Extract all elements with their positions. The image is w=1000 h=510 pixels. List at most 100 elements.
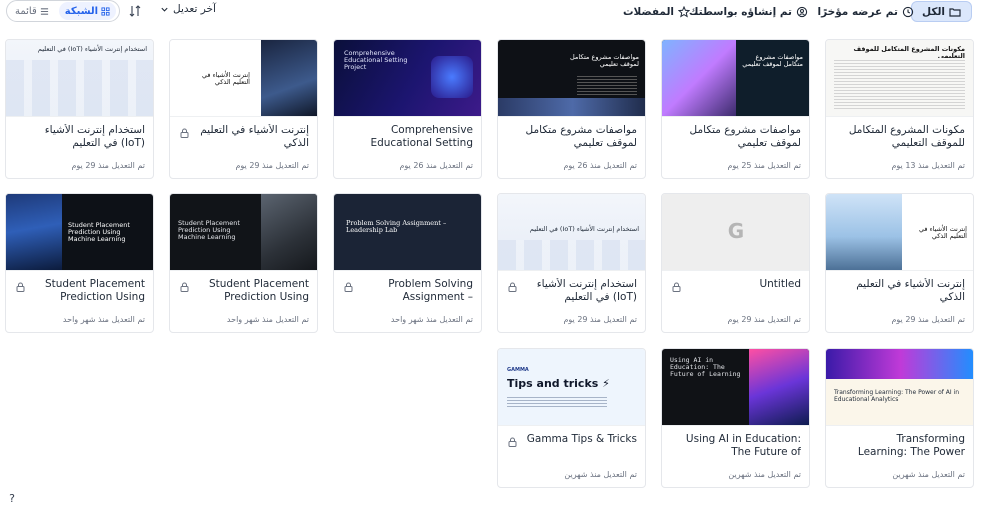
chevron-down-icon [161,7,168,12]
thumbnail-photo [498,98,645,116]
thumbnail-photo [749,349,809,425]
thumbnail-heading: إنترنت الأشياء في التعليم الذكي [202,71,250,86]
presentation-card[interactable]: Student Placement Prediction Using Machi… [169,193,318,333]
card-thumbnail: Student Placement Prediction Using Machi… [6,194,153,271]
clock-icon [902,6,914,18]
card-thumbnail: Comprehensive Educational Setting Projec… [334,40,481,117]
user-circle-icon [796,6,808,18]
thumbnail-heading: Tips and tricks ⚡ [507,377,610,390]
card-modified-date: تم التعديل منذ 29 يوم [891,315,965,324]
presentation-card[interactable]: مكونات المشروع المتكامل للموقف التعليمي … [825,39,974,179]
card-title: إنترنت الأشياء في التعليم الذكي [200,124,309,149]
thumbnail-graphic [826,349,973,379]
thumbnail-text-lines [577,74,637,96]
filter-favorites-label: المفضلات [622,6,674,18]
thumbnail-heading: إنترنت الأشياء في التعليم الذكي [919,225,967,240]
filter-all-label: الكل [921,5,945,18]
card-title: مكونات المشروع المتكامل للموقف التعليمي [848,124,965,149]
card-modified-date: تم التعديل منذ 13 يوم [891,161,965,170]
filter-all-button[interactable]: الكل [910,1,972,22]
lock-icon [16,282,25,292]
thumbnail-photo [261,40,317,116]
presentation-card[interactable]: Using AI in Education: The Future of Lea… [661,348,810,488]
thumbnail-heading: مواصفات مشروع متكامل لموقف تعليمي [570,53,639,68]
card-modified-date: تم التعديل منذ 29 يوم [71,161,145,170]
presentation-card[interactable]: G Untitled تم التعديل منذ 29 يوم [661,193,810,333]
sort-direction-icon[interactable] [128,4,142,18]
filter-created-label: تم إنشاؤه بواسطتك [688,6,792,18]
card-thumbnail: استخدام إنترنت الأشياء (IoT) في التعليم [498,194,645,271]
card-modified-date: تم التعديل منذ شهر واحد [62,315,145,324]
thumbnail-heading: Transforming Learning: The Power of AI i… [834,389,960,403]
card-title: استخدام إنترنت الأشياء (IoT) في التعليم [44,124,145,149]
card-thumbnail: Transforming Learning: The Power of AI i… [826,349,973,426]
card-title: Using AI in Education: The Future of Lea… [685,433,801,458]
presentation-card[interactable]: استخدام إنترنت الأشياء (IoT) في التعليم … [5,39,154,179]
card-modified-date: تم التعديل منذ 29 يوم [727,315,801,324]
card-thumbnail: Problem Solving Assignment – Leadership … [334,194,481,271]
gamma-logo-icon: G [727,219,745,243]
grid-view-label: الشبكة [64,5,99,17]
card-title: Transforming Learning: The Power of AI i… [857,433,965,458]
presentation-card[interactable]: إنترنت الأشياء في التعليم الذكي إنترنت ا… [825,193,974,333]
card-thumbnail: مكونات المشروع المتكامل للموقف التعليمي [826,40,973,117]
thumbnail-photo [662,40,736,116]
thumbnail-photo [826,194,902,270]
card-modified-date: تم التعديل منذ 29 يوم [235,161,309,170]
card-title: Student Placement Prediction Using Machi… [208,278,309,303]
thumbnail-heading: Comprehensive Educational Setting Projec… [344,49,408,71]
presentation-card[interactable]: Transforming Learning: The Power of AI i… [825,348,974,488]
card-thumbnail: GAMMA Tips and tricks ⚡ [498,349,645,426]
filter-recent-button[interactable]: تم عرضه مؤخرًا [818,3,915,21]
view-toggle: قائمة الشبكة [6,0,120,22]
presentation-card[interactable]: مواصفات مشروع متكامل لموقف تعليمي مواصفا… [497,39,646,179]
presentation-card[interactable]: إنترنت الأشياء في التعليم الذكي إنترنت ا… [169,39,318,179]
card-title: Comprehensive Educational Setting Projec… [370,124,473,149]
card-title: Student Placement Prediction Using Machi… [44,278,145,303]
presentation-card[interactable]: استخدام إنترنت الأشياء (IoT) في التعليم … [497,193,646,333]
list-icon [40,7,48,15]
thumbnail-heading: مواصفات مشروع متكامل لموقف تعليمي [742,53,803,68]
lock-icon [508,282,517,292]
card-modified-date: تم التعديل منذ شهر واحد [390,315,473,324]
card-title: استخدام إنترنت الأشياء (IoT) في التعليم [536,278,637,303]
thumbnail-text-lines [834,58,965,110]
presentation-card[interactable]: Comprehensive Educational Setting Projec… [333,39,482,179]
help-button[interactable]: ? [4,492,20,508]
star-icon [678,6,690,18]
presentation-card[interactable]: مواصفات مشروع متكامل لموقف تعليمي مواصفا… [661,39,810,179]
thumbnail-heading: Problem Solving Assignment – Leadership … [346,219,447,234]
sort-field-dropdown[interactable]: آخر تعديل [160,3,216,15]
presentation-card[interactable]: Student Placement Prediction Using Machi… [5,193,154,333]
lock-icon [672,282,681,292]
filter-favorites-button[interactable]: المفضلات [623,3,690,21]
card-thumbnail: إنترنت الأشياء في التعليم الذكي [170,40,317,117]
list-view-button[interactable]: قائمة [9,2,55,20]
folder-icon [949,7,961,17]
card-thumbnail: G [662,194,809,271]
filter-created-by-you-button[interactable]: تم إنشاؤه بواسطتك [689,3,808,21]
card-title: Untitled [759,278,801,290]
presentation-card[interactable]: Problem Solving Assignment – Leadership … [333,193,482,333]
grid-view-button[interactable]: الشبكة [58,2,117,20]
card-modified-date: تم التعديل منذ 26 يوم [563,161,637,170]
card-modified-date: تم التعديل منذ شهرين [728,470,801,479]
card-thumbnail: مواصفات مشروع متكامل لموقف تعليمي [498,40,645,117]
lock-icon [180,282,189,292]
card-modified-date: تم التعديل منذ شهرين [564,470,637,479]
thumbnail-photo [6,194,62,270]
card-modified-date: تم التعديل منذ 29 يوم [563,315,637,324]
list-view-label: قائمة [15,5,37,17]
card-title: إنترنت الأشياء في التعليم الذكي [856,278,965,303]
card-title: Gamma Tips & Tricks [526,433,637,445]
lock-icon [180,128,189,138]
thumbnail-heading: Student Placement Prediction Using Machi… [178,219,240,241]
card-thumbnail: Using AI in Education: The Future of Lea… [662,349,809,426]
card-modified-date: تم التعديل منذ شهر واحد [226,315,309,324]
card-title: Problem Solving Assignment – Leadership.… [388,278,473,303]
thumbnail-graphic [431,56,473,98]
thumbnail-heading: Student Placement Prediction Using Machi… [68,221,130,243]
thumbnail-heading: استخدام إنترنت الأشياء (IoT) في التعليم [529,225,639,233]
sort-field-label: آخر تعديل [173,3,216,15]
presentation-card[interactable]: GAMMA Tips and tricks ⚡ Gamma Tips & Tri… [497,348,646,488]
